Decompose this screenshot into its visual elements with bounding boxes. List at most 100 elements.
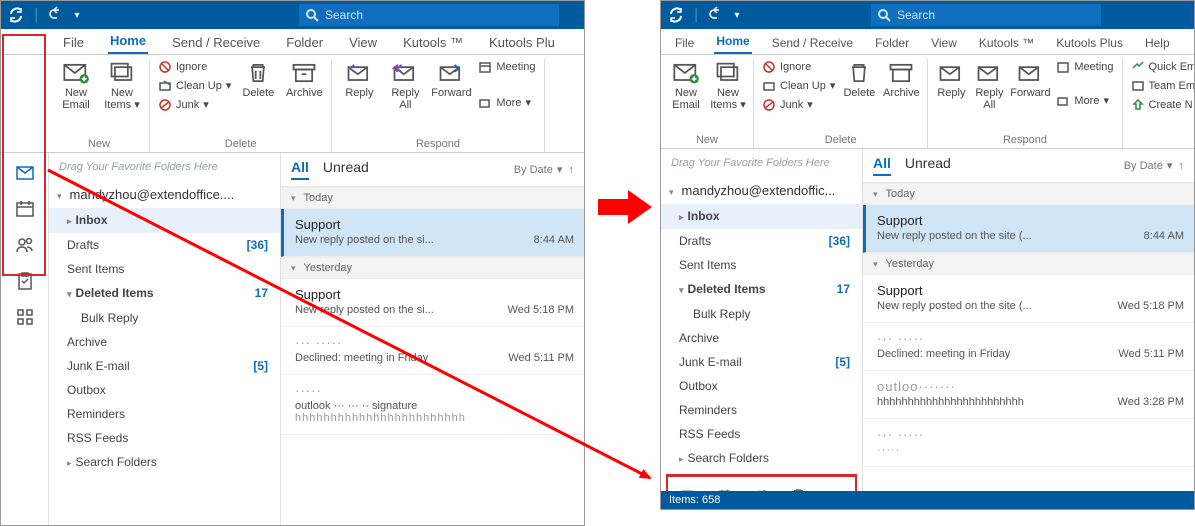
quick-step-2[interactable]: Team Em [1129, 78, 1195, 94]
folder-outbox[interactable]: Outbox [49, 378, 280, 402]
calendar-icon[interactable] [15, 199, 35, 219]
tab-kutools-plus[interactable]: Kutools Plu [487, 31, 557, 54]
folder-rss[interactable]: RSS Feeds [49, 426, 280, 450]
sort-menu[interactable]: By Date ▾ ↑ [1124, 159, 1184, 172]
date-sep-yesterday[interactable]: Yesterday [863, 253, 1194, 275]
filter-unread[interactable]: Unread [323, 159, 369, 180]
more-apps-icon[interactable] [15, 307, 35, 327]
folder-junk[interactable]: Junk E-mail[5] [49, 354, 280, 378]
mail-item[interactable]: ··· ····· Declined: meeting in FridayWed… [281, 327, 584, 375]
forward-button[interactable]: Forward [1010, 59, 1050, 99]
folder-rss[interactable]: RSS Feeds [661, 422, 862, 446]
mail-item[interactable]: outloo······· hhhhhhhhhhhhhhhhhhhhhhhhWe… [863, 371, 1194, 419]
search-box[interactable]: Search [299, 4, 559, 26]
mail-item[interactable]: ··· ····· Declined: meeting in FridayWed… [863, 323, 1194, 371]
new-email-button[interactable]: New Email [667, 59, 705, 111]
new-email-button[interactable]: New Email [55, 59, 97, 111]
tab-file[interactable]: File [61, 31, 86, 54]
ignore-button[interactable]: Ignore [156, 59, 233, 75]
more-respond-button[interactable]: More ▾ [476, 95, 537, 111]
tab-help[interactable]: Help [1143, 32, 1172, 54]
folder-bulk-reply[interactable]: Bulk Reply [49, 306, 280, 330]
folder-deleted[interactable]: Deleted Items17 [661, 277, 862, 302]
tab-kutools[interactable]: Kutools ™ [977, 32, 1036, 54]
tab-home[interactable]: Home [714, 30, 751, 54]
folder-search-folders[interactable]: Search Folders [661, 446, 862, 471]
folder-archive[interactable]: Archive [49, 330, 280, 354]
meeting-button[interactable]: Meeting [476, 59, 537, 75]
cleanup-button[interactable]: Clean Up ▾ [156, 78, 233, 94]
mail-item[interactable]: Support New reply posted on the site (..… [863, 275, 1194, 323]
reply-all-button[interactable]: Reply All [384, 59, 426, 111]
mail-item[interactable]: Support New reply posted on the si...8:4… [281, 209, 584, 257]
undo-icon[interactable] [49, 6, 67, 24]
folder-drafts[interactable]: Drafts[36] [49, 233, 280, 257]
filter-all[interactable]: All [291, 159, 309, 180]
more-respond-button[interactable]: More ▾ [1054, 93, 1115, 109]
new-items-button[interactable]: New Items ▾ [101, 59, 143, 111]
mail-item[interactable]: ····· outlook ··· ··· ·· signature hhhhh… [281, 375, 584, 435]
archive-button[interactable]: Archive [881, 59, 921, 99]
delete-button[interactable]: Delete [841, 59, 877, 99]
junk-button[interactable]: Junk ▾ [760, 97, 837, 113]
folder-sent[interactable]: Sent Items [49, 257, 280, 281]
undo-icon[interactable] [709, 6, 727, 24]
sort-menu[interactable]: By Date ▾ ↑ [514, 163, 574, 176]
filter-unread[interactable]: Unread [905, 155, 951, 176]
tab-folder[interactable]: Folder [873, 32, 911, 54]
folder-drafts[interactable]: Drafts[36] [661, 229, 862, 253]
tab-kutools[interactable]: Kutools ™ [401, 31, 465, 54]
tasks-icon[interactable] [15, 271, 35, 291]
ribbon: New Email New Items ▾ New Ignore Clean U… [1, 55, 584, 153]
mail-icon[interactable] [15, 163, 35, 183]
quick-step-1[interactable]: Quick Em [1129, 59, 1195, 75]
folder-bulk-reply[interactable]: Bulk Reply [661, 302, 862, 326]
date-sep-today[interactable]: Today [281, 187, 584, 209]
folder-deleted[interactable]: Deleted Items17 [49, 281, 280, 306]
mail-item[interactable]: Support New reply posted on the site (..… [863, 205, 1194, 253]
folder-inbox[interactable]: Inbox [661, 204, 862, 229]
qat-customize-icon[interactable]: ▾ [735, 10, 740, 21]
reply-button[interactable]: Reply [338, 59, 380, 99]
tab-send-receive[interactable]: Send / Receive [170, 31, 262, 54]
ignore-button[interactable]: Ignore [760, 59, 837, 75]
cleanup-button[interactable]: Clean Up ▾ [760, 78, 837, 94]
search-box[interactable]: Search [871, 4, 1101, 26]
tab-file[interactable]: File [673, 32, 696, 54]
status-bar: Items: 658 [661, 491, 1194, 509]
delete-button[interactable]: Delete [237, 59, 279, 99]
folder-outbox[interactable]: Outbox [661, 374, 862, 398]
sendreceive-icon[interactable] [7, 6, 25, 24]
archive-button[interactable]: Archive [283, 59, 325, 99]
folder-archive[interactable]: Archive [661, 326, 862, 350]
mail-item[interactable]: Support New reply posted on the si...Wed… [281, 279, 584, 327]
tab-kutools-plus[interactable]: Kutools Plus [1054, 32, 1125, 54]
reply-all-button[interactable]: Reply All [972, 59, 1006, 111]
tab-view[interactable]: View [929, 32, 959, 54]
qat-customize-icon[interactable]: ▾ [75, 10, 80, 21]
folder-inbox[interactable]: Inbox [49, 208, 280, 233]
folder-junk[interactable]: Junk E-mail[5] [661, 350, 862, 374]
meeting-button[interactable]: Meeting [1054, 59, 1115, 75]
sendreceive-icon[interactable] [667, 6, 685, 24]
date-sep-today[interactable]: Today [863, 183, 1194, 205]
account-header[interactable]: mandyzhou@extendoffice.... [49, 181, 280, 208]
folder-reminders[interactable]: Reminders [661, 398, 862, 422]
date-sep-yesterday[interactable]: Yesterday [281, 257, 584, 279]
account-header[interactable]: mandyzhou@extendoffic... [661, 177, 862, 204]
mail-item[interactable]: ··· ····· ····· [863, 419, 1194, 467]
junk-button[interactable]: Junk ▾ [156, 97, 233, 113]
tab-view[interactable]: View [347, 31, 379, 54]
reply-button[interactable]: Reply [934, 59, 968, 99]
quick-step-3[interactable]: Create N [1129, 97, 1195, 113]
tab-home[interactable]: Home [108, 29, 148, 54]
folder-search-folders[interactable]: Search Folders [49, 450, 280, 475]
tab-send-receive[interactable]: Send / Receive [770, 32, 855, 54]
forward-button[interactable]: Forward [430, 59, 472, 99]
new-items-button[interactable]: New Items ▾ [709, 59, 747, 111]
folder-reminders[interactable]: Reminders [49, 402, 280, 426]
folder-sent[interactable]: Sent Items [661, 253, 862, 277]
people-icon[interactable] [15, 235, 35, 255]
filter-all[interactable]: All [873, 155, 891, 176]
tab-folder[interactable]: Folder [284, 31, 325, 54]
